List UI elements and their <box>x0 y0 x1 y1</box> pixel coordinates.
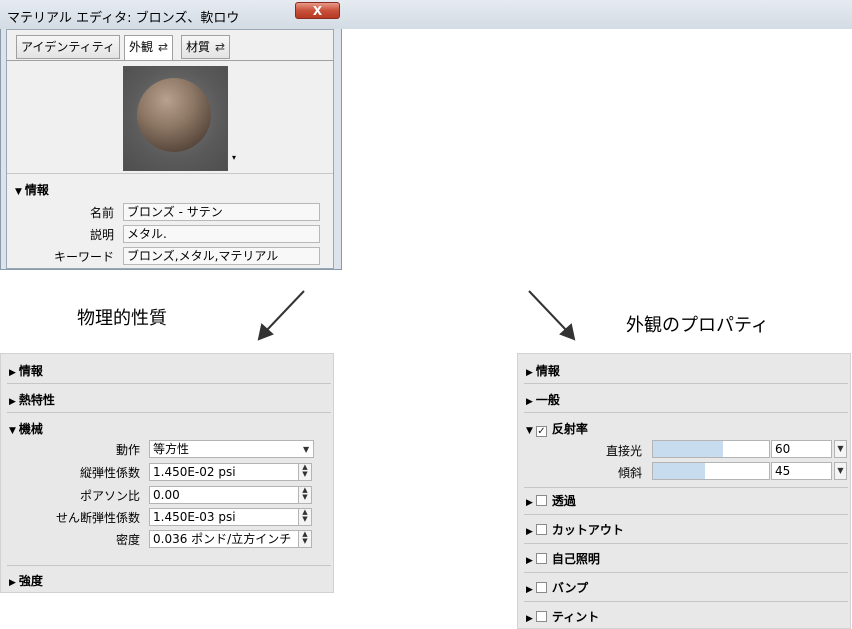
divider <box>524 514 848 515</box>
triangle-right-icon: ▶ <box>526 368 533 378</box>
section-thermal[interactable]: ▶ 熱特性 <box>9 391 55 408</box>
section-info-label: 情報 <box>535 364 560 378</box>
poisson-ratio-spinner[interactable]: ▲ ▼ <box>298 486 312 504</box>
behavior-dropdown[interactable]: 等方性 <box>149 440 314 458</box>
slider-label-direct: 直接光 <box>605 444 642 458</box>
divider <box>524 543 848 544</box>
triangle-right-icon: ▶ <box>526 527 533 537</box>
prop-label-density: 密度 <box>115 533 140 547</box>
transparency-checkbox[interactable] <box>535 495 547 506</box>
section-thermal-label: 熱特性 <box>18 393 55 407</box>
section-general-label: 一般 <box>535 393 560 407</box>
physical-properties-panel: ▶ 情報 ▶ 熱特性 ▼ 機械 動作 等方性 ▼ 縦弾性係数 1.450E-02 ps… <box>0 353 334 593</box>
checkmark-icon: ✓ <box>537 426 546 437</box>
direct-slider[interactable] <box>652 440 770 458</box>
section-transparency[interactable]: ▶ 透過 <box>526 492 576 509</box>
triangle-right-icon: ▶ <box>526 397 533 407</box>
reflectivity-checkbox[interactable]: ✓ <box>535 426 547 437</box>
divider <box>524 487 848 488</box>
section-info-label: 情報 <box>18 364 43 378</box>
triangle-right-icon: ▶ <box>526 585 533 595</box>
triangle-right-icon: ▶ <box>9 397 16 407</box>
triangle-right-icon: ▶ <box>526 556 533 566</box>
divider <box>7 412 331 413</box>
divider <box>524 572 848 573</box>
behavior-value: 等方性 <box>153 442 190 456</box>
section-info[interactable]: ▶ 情報 <box>526 362 560 379</box>
youngs-modulus-field[interactable]: 1.450E-02 psi <box>149 463 299 481</box>
section-cutout[interactable]: ▶ カットアウト <box>526 521 624 538</box>
section-strength-label: 強度 <box>18 574 43 588</box>
arrow-left <box>257 290 305 341</box>
cutout-checkbox[interactable] <box>535 524 547 535</box>
appearance-properties-panel: ▶ 情報 ▶ 一般 ▼ ✓ 反射率 直接光 60 ▼ 傾斜 45 ▼ ▶ 透過 ▶ カットア… <box>517 353 851 629</box>
divider <box>524 412 848 413</box>
section-bump-label: バンプ <box>551 581 589 595</box>
poisson-ratio-field[interactable]: 0.00 <box>149 486 299 504</box>
divider <box>524 601 848 602</box>
chevron-down-icon[interactable]: ▼ <box>303 445 309 454</box>
bump-checkbox[interactable] <box>535 582 547 593</box>
triangle-down-icon: ▼ <box>9 426 16 436</box>
section-mechanical-label: 機械 <box>18 422 43 436</box>
section-transparency-label: 透過 <box>551 494 576 508</box>
section-tint-label: ティント <box>551 610 600 624</box>
triangle-right-icon: ▶ <box>526 614 533 624</box>
slider-label-oblique: 傾斜 <box>617 466 642 480</box>
divider <box>524 383 848 384</box>
direct-dropdown-button[interactable]: ▼ <box>834 440 847 458</box>
density-spinner[interactable]: ▲ ▼ <box>298 530 312 548</box>
caption-appearance: 外観のプロパティ <box>626 315 769 336</box>
triangle-right-icon: ▶ <box>526 498 533 508</box>
self-illumination-checkbox[interactable] <box>535 553 547 564</box>
section-self-illumination-label: 自己照明 <box>551 552 600 566</box>
oblique-slider-fill <box>653 463 706 479</box>
triangle-right-icon: ▶ <box>9 578 16 588</box>
density-field[interactable]: 0.036 ポンド/立方インチ <box>149 530 299 548</box>
section-reflectivity[interactable]: ▼ ✓ 反射率 <box>526 420 588 437</box>
chevron-down-icon: ▼ <box>837 444 844 453</box>
arrow-right <box>528 290 576 341</box>
divider <box>7 383 331 384</box>
prop-label-behavior: 動作 <box>115 443 140 457</box>
section-tint[interactable]: ▶ ティント <box>526 608 599 625</box>
section-info[interactable]: ▶ 情報 <box>9 362 43 379</box>
prop-label-youngs-modulus: 縦弾性係数 <box>79 466 140 480</box>
triangle-right-icon: ▶ <box>9 368 16 378</box>
oblique-value-field[interactable]: 45 <box>771 462 832 480</box>
chevron-down-icon: ▼ <box>837 466 844 475</box>
section-mechanical[interactable]: ▼ 機械 <box>9 420 43 437</box>
prop-label-shear-modulus: せん断弾性係数 <box>55 511 140 525</box>
caption-physical: 物理的性質 <box>77 308 167 329</box>
oblique-dropdown-button[interactable]: ▼ <box>834 462 847 480</box>
section-general[interactable]: ▶ 一般 <box>526 391 560 408</box>
youngs-modulus-spinner[interactable]: ▲ ▼ <box>298 463 312 481</box>
triangle-down-icon: ▼ <box>526 426 533 436</box>
direct-value-field[interactable]: 60 <box>771 440 832 458</box>
section-reflectivity-label: 反射率 <box>551 422 588 436</box>
direct-slider-fill <box>653 441 723 457</box>
section-bump[interactable]: ▶ バンプ <box>526 579 588 596</box>
section-self-illumination[interactable]: ▶ 自己照明 <box>526 550 600 567</box>
oblique-slider[interactable] <box>652 462 770 480</box>
shear-modulus-spinner[interactable]: ▲ ▼ <box>298 508 312 526</box>
section-strength[interactable]: ▶ 強度 <box>9 572 43 589</box>
prop-label-poisson-ratio: ポアソン比 <box>79 489 140 503</box>
tint-checkbox[interactable] <box>535 611 547 622</box>
shear-modulus-field[interactable]: 1.450E-03 psi <box>149 508 299 526</box>
divider <box>7 565 331 566</box>
section-cutout-label: カットアウト <box>551 523 624 537</box>
